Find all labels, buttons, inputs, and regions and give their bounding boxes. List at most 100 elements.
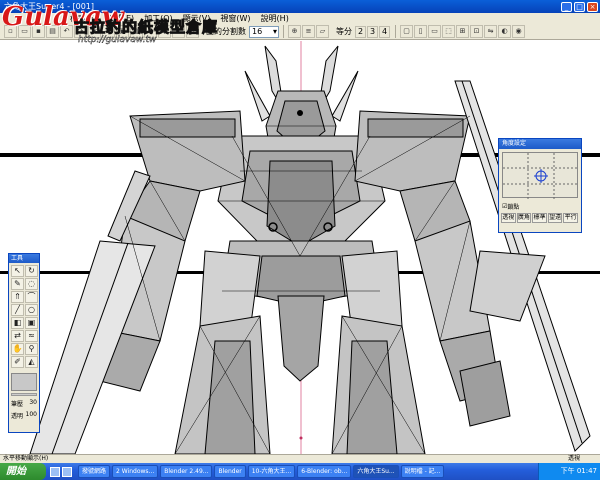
side-view-icon[interactable]: ▯ xyxy=(414,25,427,38)
3d-viewport[interactable] xyxy=(0,41,600,454)
desktop-icon[interactable] xyxy=(50,466,60,477)
open-icon[interactable]: ▭ xyxy=(18,25,31,38)
taskbar-item[interactable]: Blender xyxy=(214,465,246,478)
lock-label: 鎖點 xyxy=(507,204,520,211)
quick-launch xyxy=(50,466,74,477)
standard-button[interactable]: 標準 xyxy=(532,213,547,223)
angle-dial[interactable] xyxy=(502,152,579,199)
light-icon[interactable]: ☼ xyxy=(172,25,185,38)
wireframe-model xyxy=(0,41,600,454)
robot-mesh xyxy=(29,45,591,454)
mirror-icon[interactable]: ⇄ xyxy=(11,330,24,342)
undo-icon[interactable]: ↶ xyxy=(60,25,73,38)
align-icon[interactable]: ≡ xyxy=(302,25,315,38)
minimize-button[interactable]: _ xyxy=(561,1,572,12)
bend-icon[interactable]: ⌒ xyxy=(25,291,38,303)
taskbar-item[interactable]: 6-Blender: ob... xyxy=(297,465,352,478)
opacity-label: 透明 xyxy=(11,413,24,420)
circle-icon[interactable]: ○ xyxy=(25,304,38,316)
status-bar: 水平移動顯示(H) 透視 xyxy=(0,454,600,463)
wide-angle-button[interactable]: 廣角 xyxy=(516,213,532,223)
color-swatch[interactable] xyxy=(11,373,37,391)
plane-icon[interactable]: ▱ xyxy=(316,25,329,38)
subdivision-label: 圓的分割數 xyxy=(206,27,246,36)
menu-file[interactable]: 檔案(F) xyxy=(70,13,97,24)
knife-icon[interactable]: ✎ xyxy=(11,278,24,290)
lasso-icon[interactable]: ◌ xyxy=(25,278,38,290)
app-window: 六角大王Super4 - [001] _ □ × 檔案(F) 編輯(E) 加工(… xyxy=(0,0,600,480)
browser-icon[interactable] xyxy=(62,466,72,477)
pen-slider[interactable] xyxy=(11,393,37,396)
mirror-icon[interactable]: ⇋ xyxy=(484,25,497,38)
maximize-button[interactable]: □ xyxy=(574,1,585,12)
menu-bar: 檔案(F) 編輯(E) 加工(O) 顯示(V) 視窗(W) 說明(H) xyxy=(0,13,600,24)
close-button[interactable]: × xyxy=(587,1,598,12)
render-icon[interactable]: ◉ xyxy=(512,25,525,38)
telephoto-button[interactable]: 望遠 xyxy=(547,213,563,223)
taskbar-item[interactable]: 2 Windows... xyxy=(112,465,159,478)
hand-icon[interactable]: ✋ xyxy=(11,343,24,355)
warp-icon[interactable]: ≈ xyxy=(25,330,38,342)
menu-edit[interactable]: 編輯(E) xyxy=(107,13,134,24)
extrude-icon[interactable]: ⇑ xyxy=(11,291,24,303)
taskbar-item[interactable]: 撥號網路 xyxy=(78,465,111,478)
status-text: 水平移動顯示(H) xyxy=(3,455,49,462)
four-view-icon[interactable]: ⊞ xyxy=(456,25,469,38)
paste-icon[interactable]: ▣ xyxy=(116,25,129,38)
equal-2-button[interactable]: 2 xyxy=(355,25,366,38)
redo-icon[interactable]: ↷ xyxy=(74,25,87,38)
camera-icon[interactable]: ◎ xyxy=(186,25,199,38)
wire-icon[interactable]: ◇ xyxy=(144,25,157,38)
start-button[interactable]: 開始 xyxy=(0,463,46,480)
parallel-button[interactable]: 平行 xyxy=(563,213,578,223)
copy-icon[interactable]: ❐ xyxy=(102,25,115,38)
toolbar-separator xyxy=(395,25,396,38)
zoom-icon[interactable]: ⚲ xyxy=(25,343,38,355)
vertex-marker xyxy=(297,110,303,116)
tool-palette: 工具 ↖ ↻ ✎ ◌ ⇑ ⌒ ╱ ○ ◧ ▣ ⇄ ≈ ✋ ⚲ ✐ ◭ 筆壓 30… xyxy=(8,253,40,433)
menu-window[interactable]: 視窗(W) xyxy=(220,13,250,24)
pen-value: 30 xyxy=(29,399,37,406)
save-icon[interactable]: ▪ xyxy=(32,25,45,38)
angle-panel-title[interactable]: 角度設定 xyxy=(499,139,581,149)
title-bar[interactable]: 六角大王Super4 - [001] _ □ × xyxy=(0,0,600,13)
front-view-icon[interactable]: ▢ xyxy=(400,25,413,38)
system-clock[interactable]: 下午 01:47 xyxy=(538,463,600,480)
cube-icon[interactable]: ▣ xyxy=(25,317,38,329)
cut-icon[interactable]: ✂ xyxy=(88,25,101,38)
taskbar-item[interactable]: 10-六角大王... xyxy=(247,465,296,478)
snap-icon[interactable]: ⊕ xyxy=(288,25,301,38)
status-mode: 透視 xyxy=(567,455,580,462)
palette-title[interactable]: 工具 xyxy=(9,254,39,263)
subdivision-select[interactable]: 16 xyxy=(249,25,279,38)
material-icon[interactable]: ◐ xyxy=(498,25,511,38)
rotate-icon[interactable]: ↻ xyxy=(25,265,38,277)
equal-label: 等分 xyxy=(336,27,352,36)
menu-help[interactable]: 說明(H) xyxy=(261,13,289,24)
zoom-fit-icon[interactable]: ⊡ xyxy=(470,25,483,38)
opacity-value: 100 xyxy=(25,411,37,418)
persp-view-icon[interactable]: ⬚ xyxy=(442,25,455,38)
angle-panel: 角度設定 ☑ 鎖點 透視 廣角 標準 望遠 平行 xyxy=(498,138,582,233)
bucket-icon[interactable]: ◭ xyxy=(25,356,38,368)
taskbar-item[interactable]: 說明檔 - 記... xyxy=(400,465,445,478)
perspective-button[interactable]: 透視 xyxy=(501,213,516,223)
toolbar-separator xyxy=(283,25,284,38)
taskbar-item-active[interactable]: 六角大王Su... xyxy=(353,465,399,478)
top-view-icon[interactable]: ▭ xyxy=(428,25,441,38)
line-icon[interactable]: ╱ xyxy=(11,304,24,316)
origin-marker xyxy=(299,436,303,440)
taskbar-item[interactable]: Blender 2.49... xyxy=(160,465,213,478)
equal-3-button[interactable]: 3 xyxy=(367,25,378,38)
menu-process[interactable]: 加工(O) xyxy=(144,13,173,24)
print-icon[interactable]: ▤ xyxy=(46,25,59,38)
equal-4-button[interactable]: 4 xyxy=(379,25,390,38)
face-icon[interactable]: ◧ xyxy=(11,317,24,329)
menu-view[interactable]: 顯示(V) xyxy=(183,13,211,24)
new-icon[interactable]: ▫ xyxy=(4,25,17,38)
brush-icon[interactable]: ✐ xyxy=(11,356,24,368)
shade-icon[interactable]: ◆ xyxy=(158,25,171,38)
pen-label: 筆壓 xyxy=(11,401,24,408)
select-arrow-icon[interactable]: ↖ xyxy=(11,265,24,277)
grid-icon[interactable]: ▦ xyxy=(130,25,143,38)
